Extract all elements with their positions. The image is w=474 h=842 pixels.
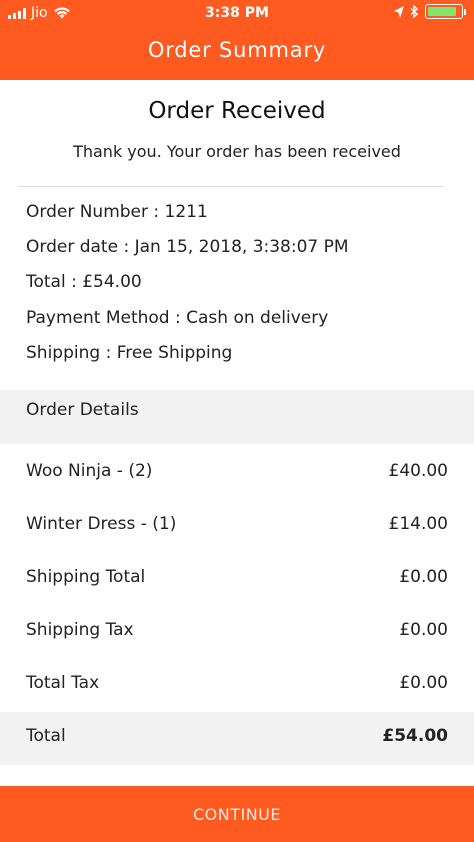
page-title: Order Summary — [147, 38, 327, 62]
shipping-total-label: Shipping Total — [26, 567, 146, 587]
order-number: Order Number : 1211 — [26, 202, 208, 222]
order-total: Total : £54.00 — [26, 272, 142, 292]
line-item-row: Woo Ninja - (2) £40.00 — [0, 447, 474, 500]
line-item-label: Winter Dress - (1) — [26, 514, 177, 534]
total-tax-value: £0.00 — [399, 673, 448, 693]
line-item-label: Woo Ninja - (2) — [26, 461, 153, 481]
line-item-value: £40.00 — [388, 461, 448, 481]
confirmation-subtitle: Thank you. Your order has been received — [73, 142, 401, 161]
confirmation-title: Order Received — [148, 98, 326, 124]
grand-total-label: Total — [26, 726, 66, 746]
shipping-total-row: Shipping Total £0.00 — [0, 553, 474, 606]
order-date: Order date : Jan 15, 2018, 3:38:07 PM — [26, 237, 349, 257]
battery-icon — [425, 4, 463, 19]
order-details-header: Order Details — [0, 390, 474, 444]
payment-method: Payment Method : Cash on delivery — [26, 308, 329, 328]
shipping-tax-row: Shipping Tax £0.00 — [0, 606, 474, 659]
line-item-row: Winter Dress - (1) £14.00 — [0, 500, 474, 553]
continue-button[interactable]: CONTINUE — [0, 786, 474, 842]
shipping-total-value: £0.00 — [399, 567, 448, 587]
shipping-method: Shipping : Free Shipping — [26, 343, 233, 363]
order-details-heading: Order Details — [26, 400, 139, 420]
app-header: Jio 3:38 PM Order Summary — [0, 0, 474, 80]
total-tax-label: Total Tax — [26, 673, 100, 693]
shipping-tax-label: Shipping Tax — [26, 620, 134, 640]
total-tax-row: Total Tax £0.00 — [0, 659, 474, 712]
line-item-value: £14.00 — [388, 514, 448, 534]
divider — [18, 186, 444, 187]
battery-tip — [464, 8, 466, 15]
grand-total-value: £54.00 — [382, 726, 448, 746]
shipping-tax-value: £0.00 — [399, 620, 448, 640]
location-arrow-icon — [394, 5, 404, 18]
grand-total-row: Total £54.00 — [0, 712, 474, 765]
status-right — [394, 4, 466, 19]
status-bar: Jio 3:38 PM — [0, 0, 474, 26]
bluetooth-icon — [410, 5, 419, 18]
